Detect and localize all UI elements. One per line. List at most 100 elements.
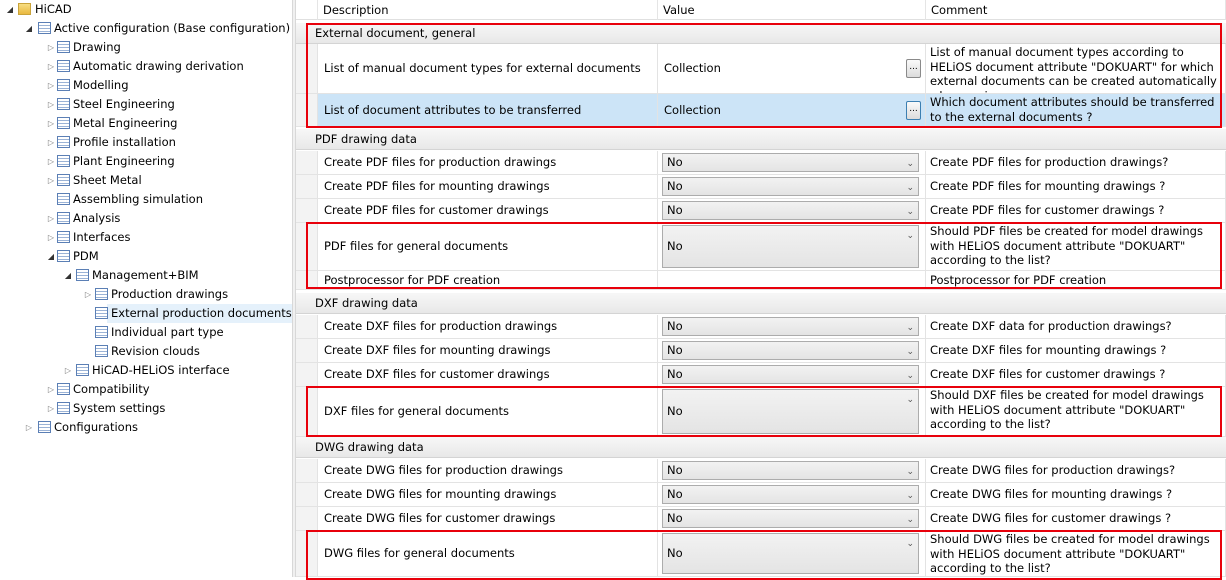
- collapsed-arrow-icon[interactable]: ▷: [46, 209, 56, 228]
- group-header[interactable]: External document, general: [296, 23, 1226, 44]
- chevron-down-icon[interactable]: ⌄: [906, 513, 914, 528]
- collapsed-arrow-icon[interactable]: ▷: [46, 380, 56, 399]
- tree-node[interactable]: ◢ Management+BIM: [0, 266, 292, 285]
- value-dropdown[interactable]: No ⌄: [662, 317, 919, 336]
- expanded-arrow-icon[interactable]: ◢: [63, 266, 73, 285]
- tree-node[interactable]: ▷ Modelling: [0, 76, 292, 95]
- value-cell[interactable]: No ⌄: [658, 339, 926, 362]
- collapsed-arrow-icon[interactable]: ▷: [46, 57, 56, 76]
- property-row[interactable]: DXF files for general documents No ⌄ Should…: [296, 387, 1226, 437]
- value-cell[interactable]: No ⌄: [658, 151, 926, 174]
- chevron-down-icon[interactable]: ⌄: [906, 393, 914, 408]
- value-dropdown[interactable]: No ⌄: [662, 461, 919, 480]
- chevron-down-icon[interactable]: ⌄: [906, 181, 914, 196]
- value-dropdown[interactable]: No ⌄: [662, 389, 919, 434]
- collapsed-arrow-icon[interactable]: ▷: [46, 114, 56, 133]
- collapsed-arrow-icon[interactable]: ▷: [46, 38, 56, 57]
- value-cell[interactable]: No ⌄: [658, 363, 926, 386]
- header-description[interactable]: Description: [318, 0, 658, 20]
- header-comment[interactable]: Comment: [926, 0, 1226, 20]
- chevron-down-icon[interactable]: ⌄: [906, 345, 914, 360]
- property-row[interactable]: Postprocessor for PDF creation Postproces…: [296, 271, 1226, 290]
- tree-node[interactable]: ▷ Metal Engineering: [0, 114, 292, 133]
- collapsed-arrow-icon[interactable]: ▷: [46, 95, 56, 114]
- value-dropdown[interactable]: No ⌄: [662, 533, 919, 574]
- chevron-down-icon[interactable]: ⌄: [906, 489, 914, 504]
- property-row[interactable]: Create DWG files for customer drawings No…: [296, 507, 1226, 531]
- chevron-down-icon[interactable]: ⌄: [906, 537, 914, 552]
- collapsed-arrow-icon[interactable]: ▷: [46, 228, 56, 247]
- value-cell[interactable]: No ⌄: [658, 199, 926, 222]
- value-cell[interactable]: No ⌄: [658, 483, 926, 506]
- chevron-down-icon[interactable]: ⌄: [906, 321, 914, 336]
- value-dropdown[interactable]: No ⌄: [662, 153, 919, 172]
- tree-node[interactable]: ▷ Production drawings: [0, 285, 292, 304]
- collapsed-arrow-icon[interactable]: ▷: [46, 76, 56, 95]
- property-row[interactable]: DWG files for general documents No ⌄ Should…: [296, 531, 1226, 577]
- tree-node[interactable]: Revision clouds: [0, 342, 292, 361]
- tree-node[interactable]: ▷ Profile installation: [0, 133, 292, 152]
- value-dropdown[interactable]: No ⌄: [662, 225, 919, 268]
- value-cell[interactable]: Collection...: [658, 94, 926, 126]
- collapsed-arrow-icon[interactable]: ▷: [46, 399, 56, 418]
- property-row[interactable]: Create PDF files for customer drawings No…: [296, 199, 1226, 223]
- tree-node[interactable]: ▷ Automatic drawing derivation: [0, 57, 292, 76]
- value-dropdown[interactable]: No ⌄: [662, 201, 919, 220]
- value-cell[interactable]: No ⌄: [658, 175, 926, 198]
- tree-node[interactable]: ▷ Drawing: [0, 38, 292, 57]
- chevron-down-icon[interactable]: ⌄: [906, 465, 914, 480]
- value-cell[interactable]: No ⌄: [658, 507, 926, 530]
- ellipsis-button[interactable]: ...: [906, 59, 921, 78]
- value-cell[interactable]: No ⌄: [658, 459, 926, 482]
- value-dropdown[interactable]: No ⌄: [662, 509, 919, 528]
- collapsed-arrow-icon[interactable]: ▷: [63, 361, 73, 380]
- tree-node[interactable]: Assembling simulation: [0, 190, 292, 209]
- value-cell[interactable]: No ⌄: [658, 315, 926, 338]
- tree-node[interactable]: External production documents: [95, 304, 292, 323]
- property-row[interactable]: Create PDF files for mounting drawings No…: [296, 175, 1226, 199]
- configuration-tree[interactable]: ◢ HiCAD ◢ Active configuration (Base config…: [0, 0, 292, 577]
- property-row[interactable]: Create DWG files for production drawings…: [296, 459, 1226, 483]
- value-cell[interactable]: No ⌄: [658, 531, 926, 576]
- collapsed-arrow-icon[interactable]: ▷: [46, 152, 56, 171]
- tree-node[interactable]: ▷ Compatibility: [0, 380, 292, 399]
- property-row[interactable]: Create DXF files for customer drawings No…: [296, 363, 1226, 387]
- tree-node[interactable]: ▷ Steel Engineering: [0, 95, 292, 114]
- property-row[interactable]: List of document attributes to be transf…: [296, 94, 1226, 127]
- property-row[interactable]: Create PDF files for production drawings…: [296, 151, 1226, 175]
- chevron-down-icon[interactable]: ⌄: [906, 369, 914, 384]
- value-dropdown[interactable]: No ⌄: [662, 485, 919, 504]
- collapsed-arrow-icon[interactable]: ▷: [24, 418, 34, 437]
- value-dropdown[interactable]: No ⌄: [662, 341, 919, 360]
- value-cell[interactable]: No ⌄: [658, 387, 926, 436]
- header-value[interactable]: Value: [658, 0, 926, 20]
- expanded-arrow-icon[interactable]: ◢: [46, 247, 56, 266]
- value-cell[interactable]: [658, 271, 926, 289]
- value-cell[interactable]: Collection...: [658, 44, 926, 93]
- group-header[interactable]: PDF drawing data: [296, 129, 1226, 150]
- tree-node[interactable]: ▷ Plant Engineering: [0, 152, 292, 171]
- value-dropdown[interactable]: No ⌄: [662, 177, 919, 196]
- tree-node[interactable]: ▷ Analysis: [0, 209, 292, 228]
- expanded-arrow-icon[interactable]: ◢: [24, 19, 34, 38]
- chevron-down-icon[interactable]: ⌄: [906, 157, 914, 172]
- property-row[interactable]: List of manual document types for extern…: [296, 44, 1226, 94]
- tree-node[interactable]: ▷ HiCAD-HELiOS interface: [0, 361, 292, 380]
- tree-node[interactable]: ◢ Active configuration (Base configuratio…: [0, 19, 292, 38]
- value-dropdown[interactable]: No ⌄: [662, 365, 919, 384]
- property-row[interactable]: PDF files for general documents No ⌄ Should…: [296, 223, 1226, 271]
- collapsed-arrow-icon[interactable]: ▷: [83, 285, 93, 304]
- group-header[interactable]: DWG drawing data: [296, 437, 1226, 458]
- tree-node[interactable]: ▷ Sheet Metal: [0, 171, 292, 190]
- ellipsis-button[interactable]: ...: [906, 100, 921, 120]
- property-row[interactable]: Create DXF files for mounting drawings No…: [296, 339, 1226, 363]
- tree-node[interactable]: ◢ HiCAD: [0, 0, 292, 19]
- collapsed-arrow-icon[interactable]: ▷: [46, 171, 56, 190]
- expanded-arrow-icon[interactable]: ◢: [5, 0, 15, 19]
- group-header[interactable]: DXF drawing data: [296, 293, 1226, 314]
- tree-node[interactable]: ◢ PDM: [0, 247, 292, 266]
- collapsed-arrow-icon[interactable]: ▷: [46, 133, 56, 152]
- property-row[interactable]: Create DXF files for production drawings…: [296, 315, 1226, 339]
- tree-node[interactable]: ▷ System settings: [0, 399, 292, 418]
- chevron-down-icon[interactable]: ⌄: [906, 229, 914, 244]
